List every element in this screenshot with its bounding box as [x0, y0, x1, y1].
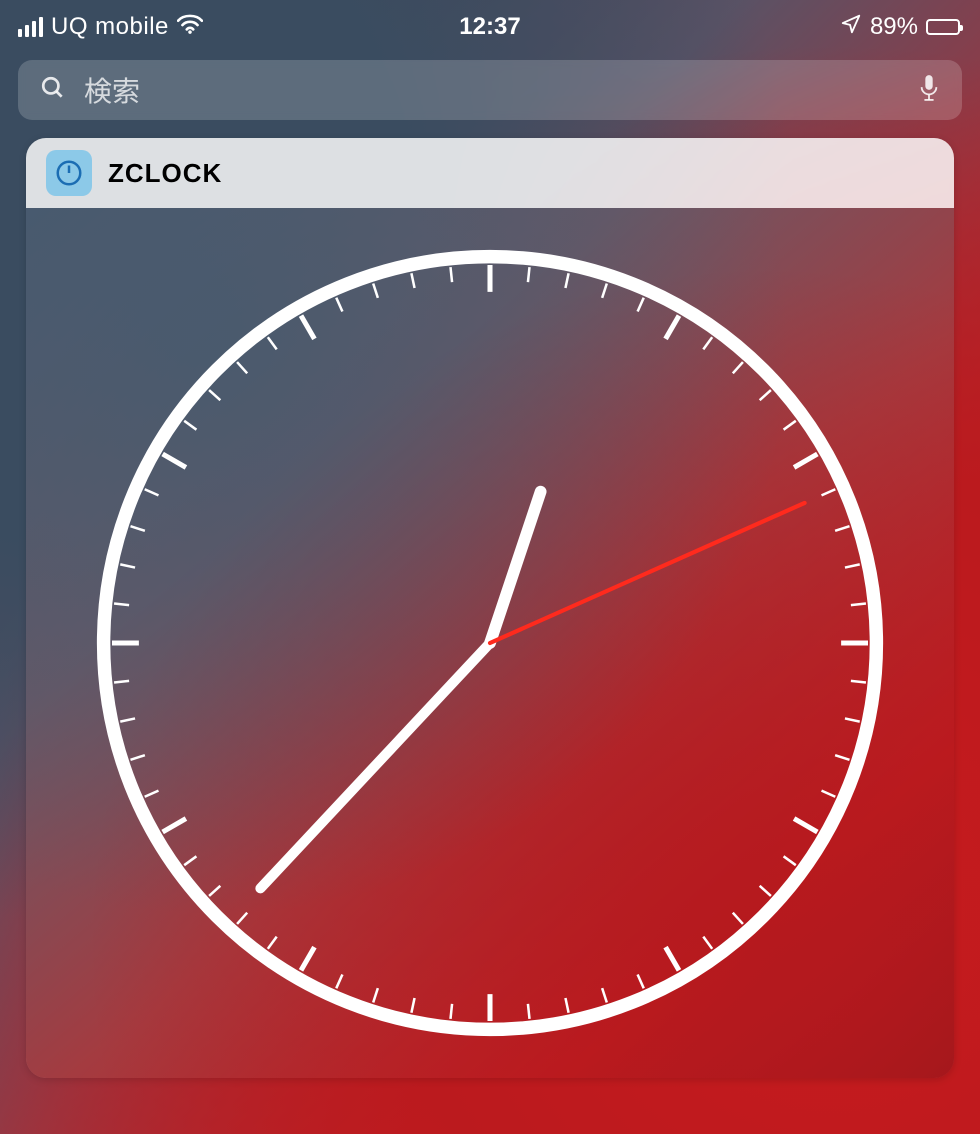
- analog-clock: [70, 223, 910, 1063]
- search-icon: [40, 75, 66, 106]
- microphone-icon[interactable]: [918, 74, 940, 107]
- status-bar-right: 89%: [840, 13, 960, 42]
- cellular-signal-icon: [18, 17, 43, 37]
- battery-percent-label: 89%: [870, 13, 918, 41]
- battery-icon: [926, 19, 960, 35]
- second-hand: [490, 503, 805, 643]
- status-bar-time: 12:37: [459, 13, 520, 41]
- status-bar: UQ mobile 12:37 89%: [0, 0, 980, 44]
- widget-title: ZCLOCK: [108, 158, 222, 189]
- search-placeholder: 検索: [84, 70, 900, 110]
- hour-hand: [490, 492, 541, 643]
- search-bar[interactable]: 検索: [18, 60, 962, 120]
- wifi-icon: [177, 13, 203, 41]
- location-icon: [840, 13, 862, 42]
- app-icon: [46, 150, 92, 196]
- minute-hand: [260, 643, 490, 888]
- widget-body: [26, 208, 954, 1078]
- carrier-label: UQ mobile: [51, 13, 169, 41]
- status-bar-left: UQ mobile: [18, 13, 203, 41]
- widget-header: ZCLOCK: [26, 138, 954, 208]
- zclock-widget[interactable]: ZCLOCK: [26, 138, 954, 1078]
